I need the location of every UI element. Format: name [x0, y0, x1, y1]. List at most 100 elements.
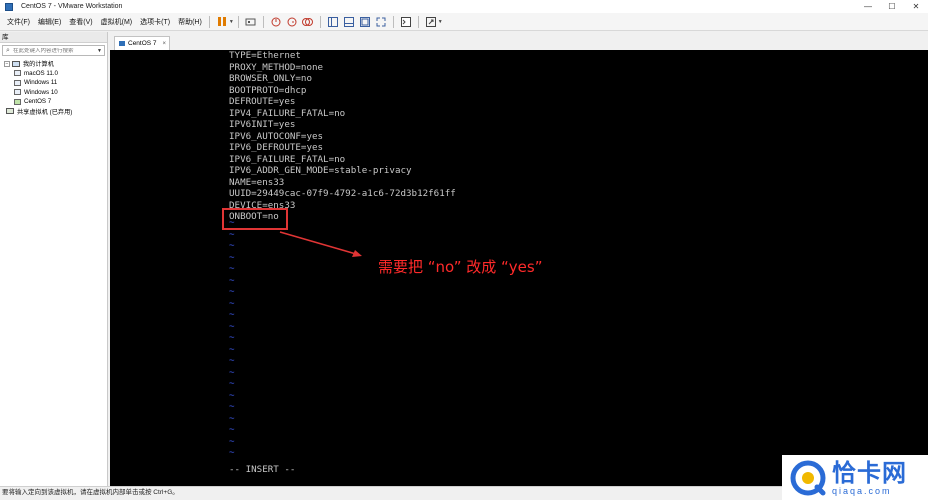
- vim-tilde-line: ~: [229, 435, 235, 447]
- collapse-icon[interactable]: −: [4, 60, 10, 67]
- terminal-line: IPV6_ADDR_GEN_MODE=stable-privacy: [229, 165, 412, 176]
- snapshot-icon[interactable]: [269, 15, 283, 29]
- watermark-text: 恰卡网 qiaqa.com: [832, 460, 907, 496]
- vim-tilde-line: ~: [229, 263, 235, 274]
- title-bar: CentOS 7 - VMware Workstation — ☐ ✕: [0, 0, 928, 13]
- toolbar-separator: [237, 15, 239, 28]
- send-ctrl-alt-del-icon[interactable]: [244, 15, 258, 29]
- vim-empty-lines: ~ ~ ~ ~ ~ ~ ~ ~ ~ ~ ~ ~ ~ ~ ~ ~ ~ ~ ~ ~ ~: [229, 217, 235, 459]
- menu-edit[interactable]: 编辑(E): [35, 17, 64, 27]
- maximize-button[interactable]: ☐: [880, 0, 904, 13]
- watermark-name: 恰卡网: [832, 458, 907, 487]
- highlight-box: [222, 208, 288, 230]
- tree-item-label: macOS 11.0: [24, 69, 58, 77]
- vim-tilde-line: ~: [229, 286, 235, 297]
- vim-tilde-line: ~: [229, 412, 235, 424]
- tree-item-label: Windows 10: [24, 88, 58, 96]
- tree-item-label: CentOS 7: [24, 98, 52, 106]
- computer-icon: [12, 60, 20, 67]
- terminal-output: TYPE=Ethernet PROXY_METHOD=none BROWSER_ON…: [229, 50, 456, 223]
- close-icon[interactable]: ×: [162, 41, 166, 47]
- vim-tilde-line: ~: [229, 228, 235, 240]
- pause-icon: [217, 17, 226, 26]
- arrow-icon: [279, 231, 362, 257]
- minimize-button[interactable]: —: [856, 0, 880, 13]
- pause-button[interactable]: [215, 15, 229, 29]
- tree-item-vm[interactable]: Windows 11: [0, 78, 107, 88]
- menu-vm[interactable]: 虚拟机(M): [98, 17, 136, 27]
- console-icon[interactable]: [399, 15, 413, 29]
- menu-tabs[interactable]: 选项卡(T): [137, 17, 173, 27]
- tree-item-label: 共享虚拟机 (已弃用): [17, 108, 73, 116]
- tree-item-shared-vms[interactable]: 共享虚拟机 (已弃用): [0, 107, 107, 117]
- vim-tilde-line: ~: [229, 343, 235, 355]
- menu-file[interactable]: 文件(F): [4, 17, 33, 27]
- menu-view[interactable]: 查看(V): [66, 17, 95, 27]
- vm-running-icon: [14, 98, 21, 105]
- library-header: 库: [0, 32, 107, 43]
- vm-tab-icon: [119, 41, 125, 46]
- vim-tilde-line: ~: [229, 297, 235, 309]
- terminal-line: IPV6_DEFROUTE=yes: [229, 142, 324, 153]
- tree-item-label: 我的计算机: [23, 61, 54, 69]
- tree-item-vm[interactable]: macOS 11.0: [0, 69, 107, 79]
- thumbnail-view-icon[interactable]: [342, 15, 356, 29]
- vim-tilde-line: ~: [229, 366, 235, 378]
- toolbar-separator: [262, 15, 264, 28]
- annotation-text: 需要把 “no” 改成 “yes”: [378, 258, 543, 276]
- library-view-icon[interactable]: [326, 15, 340, 29]
- terminal-line: PROXY_METHOD=none: [229, 61, 324, 73]
- snapshot-manager-icon[interactable]: [301, 15, 315, 29]
- console-view-icon[interactable]: [358, 15, 372, 29]
- chevron-down-icon[interactable]: ▼: [438, 19, 443, 25]
- chevron-down-icon[interactable]: ▼: [229, 19, 234, 25]
- watermark-url: qiaqa.com: [832, 485, 892, 496]
- watermark: 恰卡网 qiaqa.com: [782, 455, 928, 500]
- search-input[interactable]: [13, 47, 93, 54]
- vim-tilde-line: ~: [229, 424, 235, 435]
- close-button[interactable]: ✕: [904, 0, 928, 13]
- vm-console[interactable]: TYPE=Ethernet PROXY_METHOD=none BROWSER_ON…: [110, 50, 928, 486]
- vim-tilde-line: ~: [229, 240, 235, 251]
- tab-centos-7[interactable]: CentOS 7 ×: [114, 36, 170, 50]
- toolbar-separator: [319, 15, 321, 28]
- terminal-line: BROWSER_ONLY=no: [229, 73, 312, 84]
- vim-tilde-line: ~: [229, 251, 235, 263]
- chevron-down-icon[interactable]: ▼: [97, 48, 102, 54]
- vm-icon: [14, 89, 21, 96]
- vmware-app-icon: [5, 2, 13, 11]
- vim-tilde-line: ~: [229, 309, 235, 320]
- vim-tilde-line: ~: [229, 274, 235, 286]
- stretch-icon[interactable]: [424, 15, 438, 29]
- vim-mode-line: -- INSERT --: [229, 464, 296, 475]
- terminal-line: IPV6_AUTOCONF=yes: [229, 130, 324, 142]
- vim-tilde-line: ~: [229, 332, 235, 343]
- terminal-line: DEFROUTE=yes: [229, 96, 296, 107]
- terminal-line: IPV4_FAILURE_FATAL=no: [229, 107, 346, 119]
- library-search[interactable]: ⌕ ▼: [2, 45, 105, 56]
- vim-tilde-line: ~: [229, 378, 235, 389]
- watermark-logo-icon: [790, 460, 826, 495]
- library-panel: 库 ⌕ ▼ − 我的计算机 macOS 11.0 Windows 11 Wind…: [0, 32, 108, 486]
- toolbar-separator: [208, 15, 210, 28]
- vim-tilde-line: ~: [229, 401, 235, 412]
- menu-toolbar: 文件(F) 编辑(E) 查看(V) 虚拟机(M) 选项卡(T) 帮助(H) ▼ …: [0, 13, 928, 31]
- vim-tilde-line: ~: [229, 389, 235, 401]
- tree-item-vm-selected[interactable]: CentOS 7: [0, 97, 107, 107]
- tree-item-label: Windows 11: [24, 79, 58, 87]
- search-icon: ⌕: [6, 46, 10, 54]
- tree-item-vm[interactable]: Windows 10: [0, 88, 107, 98]
- terminal-line: IPV6_FAILURE_FATAL=no: [229, 153, 346, 165]
- vm-icon: [14, 79, 21, 86]
- fullscreen-icon[interactable]: [374, 15, 388, 29]
- tree-item-my-computer[interactable]: − 我的计算机: [0, 59, 107, 69]
- vm-tree: − 我的计算机 macOS 11.0 Windows 11 Windows 10…: [0, 59, 107, 116]
- window-title: CentOS 7 - VMware Workstation: [21, 3, 123, 10]
- terminal-line: TYPE=Ethernet: [229, 50, 301, 61]
- revert-snapshot-icon[interactable]: [285, 15, 299, 29]
- vim-tilde-line: ~: [229, 320, 235, 332]
- tab-bar: CentOS 7 ×: [110, 33, 928, 50]
- menu-help[interactable]: 帮助(H): [175, 17, 205, 27]
- terminal-line: BOOTPROTO=dhcp: [229, 84, 307, 96]
- window-controls: — ☐ ✕: [856, 0, 928, 13]
